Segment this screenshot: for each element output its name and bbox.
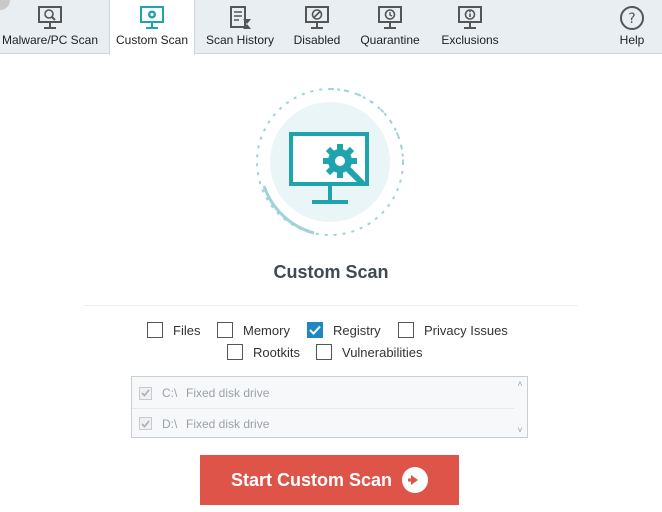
- scroll-up-icon[interactable]: ˄: [515, 379, 525, 389]
- option-label: Files: [173, 322, 201, 338]
- option-label: Rootkits: [253, 344, 300, 360]
- scan-history-icon: [225, 5, 255, 31]
- help-icon: ?: [617, 5, 647, 31]
- drive-list-scrollbar[interactable]: ˄ ˅: [513, 377, 527, 437]
- svg-text:?: ?: [628, 11, 635, 27]
- tab-malware-pc-scan[interactable]: Malware/PC Scan: [0, 0, 100, 54]
- tab-label: Malware/PC Scan: [1, 33, 99, 47]
- arrow-right-icon: [402, 467, 429, 493]
- toolbar: Malware/PC Scan Custom Scan Scan History…: [0, 0, 662, 55]
- option-privacy-issues[interactable]: Privacy Issues: [398, 321, 508, 339]
- tab-quarantine[interactable]: Quarantine: [358, 0, 422, 54]
- tab-label: Exclusions: [441, 33, 499, 47]
- custom-scan-illustration: [254, 86, 406, 238]
- tab-custom-scan[interactable]: Custom Scan: [109, 0, 195, 55]
- option-label: Vulnerabilities: [342, 344, 423, 360]
- tab-label: Custom Scan: [115, 33, 189, 47]
- checkmark-icon: [309, 325, 321, 335]
- vulnerabilities-checkbox[interactable]: [316, 344, 332, 360]
- tab-help[interactable]: ? Help: [612, 0, 652, 54]
- rootkits-checkbox[interactable]: [227, 344, 243, 360]
- start-button-label: Start Custom Scan: [230, 469, 393, 490]
- files-checkbox[interactable]: [147, 322, 163, 338]
- drive-type: Fixed disk drive: [186, 416, 270, 431]
- pc-scan-icon: [35, 5, 65, 31]
- drive-row[interactable]: D:\ Fixed disk drive: [132, 408, 514, 438]
- drive-name: C:\: [162, 386, 178, 400]
- tab-label: Quarantine: [360, 33, 420, 47]
- option-label: Memory: [243, 322, 290, 338]
- exclusions-icon: [455, 5, 485, 31]
- drive-list[interactable]: C:\ Fixed disk drive D:\ Fixed disk driv…: [131, 376, 528, 438]
- drive-checkbox[interactable]: [139, 417, 152, 430]
- drive-type: Fixed disk drive: [186, 386, 270, 400]
- privacy-issues-checkbox[interactable]: [398, 322, 414, 338]
- option-memory[interactable]: Memory: [217, 321, 290, 339]
- disabled-icon: [302, 5, 332, 31]
- tab-exclusions[interactable]: Exclusions: [436, 0, 504, 54]
- custom-scan-icon: [137, 5, 167, 31]
- option-rootkits[interactable]: Rootkits: [227, 343, 300, 361]
- tab-scan-history[interactable]: Scan History: [200, 0, 280, 54]
- drive-checkbox[interactable]: [139, 386, 152, 400]
- drive-name: D:\: [162, 416, 178, 431]
- tab-disabled[interactable]: Disabled: [287, 0, 347, 54]
- option-label: Privacy Issues: [424, 322, 508, 338]
- option-registry[interactable]: Registry: [307, 321, 381, 339]
- checkmark-icon: [141, 419, 150, 428]
- option-files[interactable]: Files: [147, 321, 200, 339]
- registry-checkbox[interactable]: [307, 322, 323, 338]
- tab-label: Help: [619, 33, 645, 47]
- tab-label: Scan History: [205, 33, 275, 47]
- option-vulnerabilities[interactable]: Vulnerabilities: [316, 343, 422, 361]
- scroll-down-icon[interactable]: ˅: [515, 425, 525, 435]
- memory-checkbox[interactable]: [217, 322, 233, 338]
- option-label: Registry: [333, 322, 381, 338]
- divider: [84, 305, 578, 306]
- checkmark-icon: [141, 389, 150, 397]
- start-custom-scan-button[interactable]: Start Custom Scan: [200, 455, 459, 505]
- quarantine-icon: [375, 5, 405, 31]
- page-title: Custom Scan: [273, 262, 389, 282]
- tab-label: Disabled: [293, 33, 341, 47]
- drive-row[interactable]: C:\ Fixed disk drive: [132, 378, 514, 408]
